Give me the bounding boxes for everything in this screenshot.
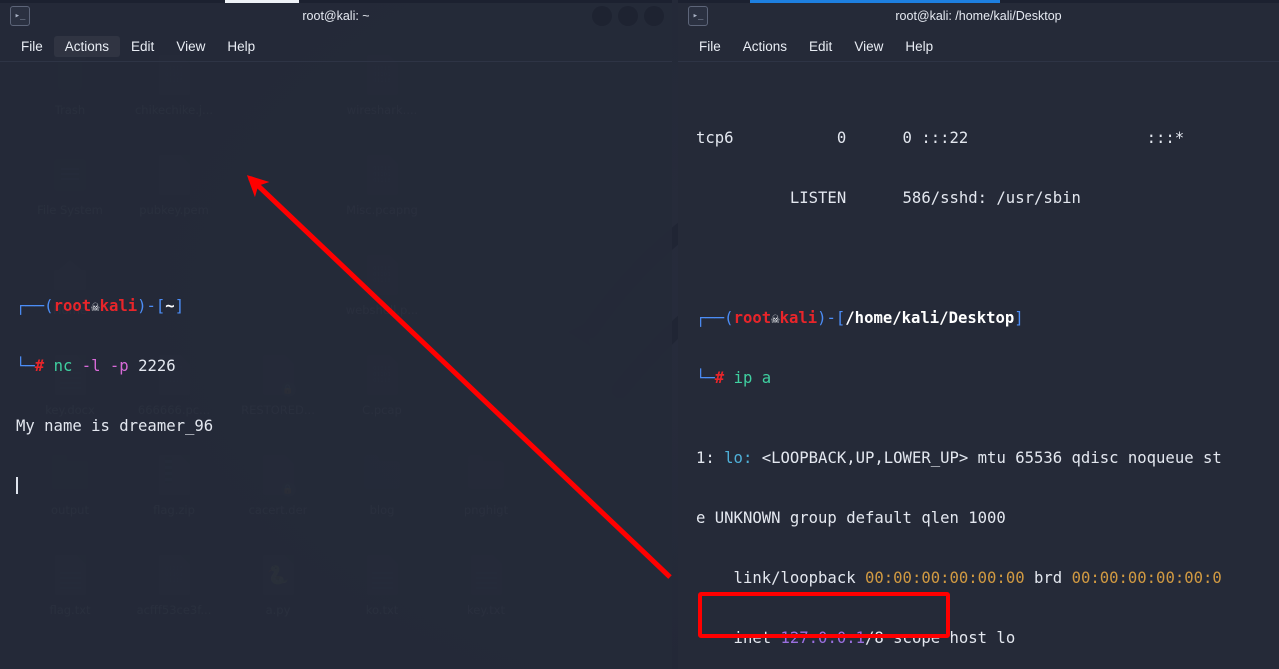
command-line-ip: └─# ip a (696, 369, 772, 387)
menu-view[interactable]: View (165, 36, 216, 57)
ip-lo-link: link/loopback 00:00:00:00:00:00 brd 00:0… (696, 569, 1222, 587)
window-controls-left[interactable] (592, 6, 664, 26)
terminal-icon: ▸_ (10, 6, 30, 26)
window-title-right: root@kali: /home/kali/Desktop (895, 9, 1062, 23)
ip-lo-inet: inet 127.0.0.1/8 scope host lo (696, 629, 1016, 647)
menu-file[interactable]: File (10, 36, 54, 57)
cursor-line-left (16, 476, 666, 496)
prompt-user: root (733, 309, 772, 327)
prompt-path: ~ (165, 297, 175, 315)
screen: Trash010100110101110chikechike.j...01010… (0, 0, 1279, 669)
menu-view[interactable]: View (843, 36, 894, 57)
cmd-port: 2226 (138, 357, 176, 375)
maximize-button[interactable] (618, 6, 638, 26)
received-message-left: My name is dreamer_96 (16, 417, 214, 435)
menu-help[interactable]: Help (216, 36, 266, 57)
netstat-line-1: tcp6 0 0 :::22 :::* (696, 129, 1185, 147)
terminal-window-left[interactable]: ▸_ root@kali: ~ File Actions Edit View H… (0, 0, 672, 669)
cmd-flag-l: -l (81, 357, 101, 375)
menu-help[interactable]: Help (894, 36, 944, 57)
netstat-line-2: LISTEN 586/sshd: /usr/sbin (696, 189, 1081, 207)
menu-edit[interactable]: Edit (798, 36, 843, 57)
cmd-program: nc (53, 357, 73, 375)
menu-actions[interactable]: Actions (53, 36, 121, 57)
cmd-flag-p: -p (109, 357, 129, 375)
close-button[interactable] (644, 6, 664, 26)
prompt-user: root (53, 297, 92, 315)
prompt-host: kali (779, 309, 818, 327)
menu-file[interactable]: File (688, 36, 732, 57)
skull-icon: ☠ (91, 299, 100, 315)
skull-icon: ☠ (771, 311, 780, 327)
window-title-left: root@kali: ~ (302, 9, 370, 23)
terminal-window-right[interactable]: ▸_ root@kali: /home/kali/Desktop File Ac… (678, 0, 1279, 669)
prompt-path: /home/kali/Desktop (845, 309, 1015, 327)
ip-lo-header: 1: lo: <LOOPBACK,UP,LOWER_UP> mtu 65536 … (696, 449, 1222, 467)
prompt-line-1: ┌──(root☠kali)-[~] (16, 297, 185, 315)
text-cursor (16, 477, 18, 494)
prompt-host: kali (99, 297, 138, 315)
prompt-line-ip: ┌──(root☠kali)-[/home/kali/Desktop] (696, 309, 1024, 327)
ip-lo-header-wrap: e UNKNOWN group default qlen 1000 (696, 509, 1006, 527)
prompt-hash: # (714, 369, 725, 387)
menu-actions[interactable]: Actions (732, 36, 798, 57)
terminal-output-left[interactable]: ┌──(root☠kali)-[~] └─# nc -l -p 2226 My … (0, 62, 672, 669)
cmd-ip-a: ip a (733, 369, 772, 387)
prompt-hash: # (34, 357, 45, 375)
minimize-button[interactable] (592, 6, 612, 26)
command-line-1: └─# nc -l -p 2226 (16, 357, 176, 375)
menubar-left[interactable]: File Actions Edit View Help (0, 32, 672, 62)
titlebar-left[interactable]: ▸_ root@kali: ~ (0, 0, 672, 32)
terminal-output-right[interactable]: tcp6 0 0 :::22 :::* LISTEN 586/sshd: /us… (678, 62, 1279, 669)
titlebar-right[interactable]: ▸_ root@kali: /home/kali/Desktop (678, 0, 1279, 32)
terminal-icon: ▸_ (688, 6, 708, 26)
menubar-right[interactable]: File Actions Edit View Help (678, 32, 1279, 62)
menu-edit[interactable]: Edit (120, 36, 165, 57)
